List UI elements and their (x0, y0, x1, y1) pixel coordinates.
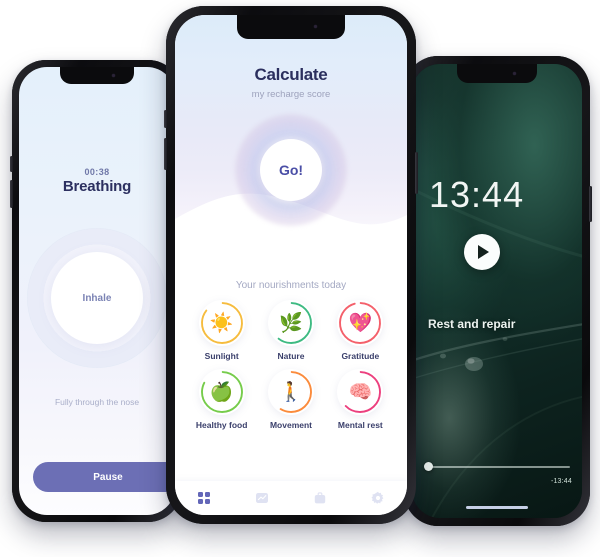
phone-left-screen: 00:38 Breathing Inhale Fully through the… (19, 67, 175, 515)
remaining-time: -13:44 (550, 478, 572, 485)
nourishment-item-gratitude[interactable]: 💖 Gratitude (326, 300, 395, 361)
bottom-tab-bar (175, 481, 407, 515)
leaf-icon: 🌿 (279, 312, 303, 334)
nourishments-grid: ☀️ Sunlight 🌿 Nature 💖 Gratitude 🍏 Healthy food… (187, 300, 395, 430)
gear-icon (371, 491, 384, 504)
nourishment-progress-ring: 🧠 (337, 369, 384, 415)
phone-right-screen: 13:44 Rest and repair -13:44 (412, 64, 582, 518)
leaf-veins-decoration (412, 187, 582, 518)
nourishment-label: Nature (277, 351, 305, 361)
heart-icon: 💖 (348, 312, 373, 334)
phone-center: Calculate my recharge score Go! Your nou… (164, 6, 418, 524)
tab-toolbox[interactable] (313, 491, 328, 506)
session-caption: Rest and repair (428, 317, 516, 331)
power-button[interactable] (415, 152, 418, 194)
volume-up-button[interactable] (10, 156, 13, 172)
phone-left-notch (60, 67, 134, 84)
phone-center-screen: Calculate my recharge score Go! Your nou… (175, 15, 407, 515)
phone-left: 00:38 Breathing Inhale Fully through the… (10, 60, 182, 522)
page-title: Calculate (254, 65, 328, 84)
breathing-core-circle[interactable]: Inhale (51, 252, 143, 344)
breathing-phase-label: Inhale (82, 292, 112, 304)
nourishment-label: Healthy food (195, 420, 248, 430)
volume-up-button[interactable] (164, 110, 167, 128)
phone-right-notch (457, 64, 537, 83)
nourishment-item-nature[interactable]: 🌿 Nature (256, 300, 325, 361)
nourishment-label: Mental rest (337, 420, 383, 430)
chart-icon (256, 493, 268, 503)
power-button[interactable] (589, 186, 592, 222)
go-button-label: Go! (278, 162, 304, 178)
volume-down-button[interactable] (10, 180, 13, 208)
briefcase-icon (314, 492, 326, 504)
breathing-title: Breathing (62, 178, 132, 195)
scene: 00:38 Breathing Inhale Fully through the… (0, 0, 600, 557)
front-camera-icon (111, 74, 115, 78)
phone-right: 13:44 Rest and repair -13:44 (404, 56, 592, 526)
play-icon (478, 245, 489, 259)
apple-icon: 🍏 (209, 381, 234, 403)
brain-rest-icon: 🧠 (348, 381, 373, 403)
nourishment-progress-ring: 🚶 (267, 369, 314, 415)
breathing-timer: 00:38 (84, 167, 110, 177)
pause-button[interactable]: Pause (33, 462, 175, 492)
home-indicator (466, 506, 528, 509)
front-camera-icon (513, 71, 517, 75)
play-button[interactable] (464, 234, 500, 270)
nourishment-progress-ring: ☀️ (198, 300, 245, 346)
nourishment-item-sunlight[interactable]: ☀️ Sunlight (187, 300, 256, 361)
nourishment-progress-ring: 🌿 (267, 300, 314, 346)
nourishment-item-movement[interactable]: 🚶 Movement (256, 369, 325, 430)
nourishment-label: Gratitude (341, 351, 380, 361)
nourishment-item-mental-rest[interactable]: 🧠 Mental rest (326, 369, 395, 430)
pause-button-label: Pause (93, 471, 123, 483)
volume-down-button[interactable] (164, 138, 167, 170)
nourishment-progress-ring: 🍏 (198, 369, 245, 415)
phone-center-notch (237, 15, 345, 39)
playback-slider[interactable] (424, 462, 570, 472)
nourishments-section-title: Your nourishments today (235, 280, 347, 291)
tab-stats[interactable] (255, 491, 270, 506)
playback-track (430, 466, 570, 468)
front-camera-icon (313, 25, 317, 29)
go-button[interactable]: Go! (260, 139, 322, 201)
nourishment-label: Movement (269, 420, 313, 430)
nourishment-item-healthy-food[interactable]: 🍏 Healthy food (187, 369, 256, 430)
breathing-hint: Fully through the nose (54, 397, 140, 407)
tab-settings[interactable] (371, 491, 386, 506)
tab-dashboard[interactable] (197, 491, 212, 506)
nourishment-progress-ring: 💖 (337, 300, 384, 346)
playback-knob[interactable] (424, 462, 433, 471)
sun-icon: ☀️ (209, 312, 234, 334)
player-clock: 13:44 (429, 174, 525, 215)
grid-icon (198, 492, 210, 504)
nourishment-label: Sunlight (204, 351, 239, 361)
page-subtitle: my recharge score (251, 89, 331, 100)
walking-icon: 🚶 (279, 381, 303, 403)
